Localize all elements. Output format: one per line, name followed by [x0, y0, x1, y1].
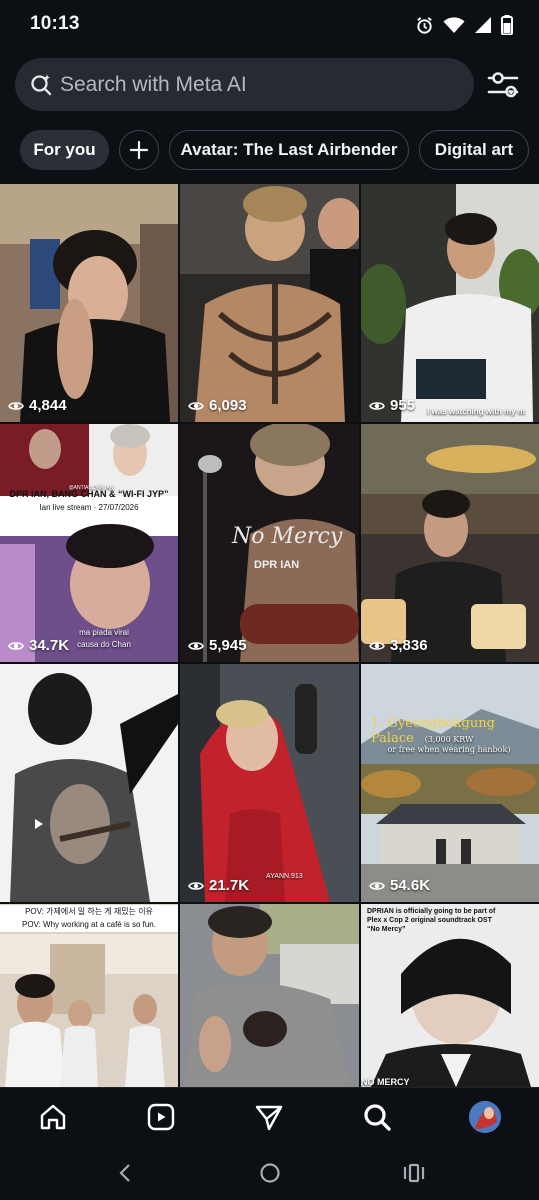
grid-tile[interactable]: DPRIAN is officially going to be part of…: [361, 904, 539, 1087]
tile-thumbnail: [180, 184, 359, 422]
wifi-icon: [443, 17, 465, 33]
view-count-text: 34.7K: [29, 637, 70, 654]
view-count-text: 4,844: [29, 397, 67, 414]
profile-avatar: [469, 1101, 501, 1133]
filter-settings-button[interactable]: [485, 67, 521, 103]
plus-icon: [129, 140, 149, 160]
back-icon: [119, 1164, 130, 1182]
home-circle-icon: [260, 1163, 280, 1183]
status-icons: [415, 15, 513, 35]
view-count: 955: [369, 397, 415, 414]
tile-title: No Mercy: [232, 524, 343, 549]
view-count: 34.7K: [8, 637, 69, 654]
tile-caption-subtitle: Ian live stream · 27/07/2026: [39, 503, 139, 512]
topic-chips: For you Avatar: The Last Airbender Digit…: [0, 130, 539, 172]
view-count-text: 6,093: [209, 397, 247, 414]
search-icon: [364, 1104, 391, 1131]
chip-digital-art[interactable]: Digital art: [419, 130, 529, 170]
search-input[interactable]: [60, 58, 460, 111]
view-count: 54.6K: [369, 877, 430, 894]
grid-tile[interactable]: No Mercy DPR IAN 5,945: [180, 424, 359, 662]
grid-tile[interactable]: 6,093: [180, 184, 359, 422]
tile-thumbnail: [361, 184, 539, 422]
nav-search-button[interactable]: [359, 1100, 395, 1134]
tile-caption-subtitle: POV: Why working at a café is so fun.: [0, 918, 178, 932]
grid-tile[interactable]: 4,844: [0, 184, 178, 422]
system-recents-button[interactable]: [400, 1159, 428, 1187]
view-count-text: 21.7K: [209, 877, 250, 894]
eye-icon: [188, 641, 204, 650]
send-icon: [255, 1105, 283, 1131]
tile-watermark: @ANTIAB.DPR.IAN: [68, 485, 114, 491]
view-count-text: 955: [390, 397, 416, 414]
grid-tile[interactable]: POV: 가제에서 일 하는 게 재밌는 이유 POV: Why working…: [0, 904, 178, 1087]
system-navigation: [0, 1145, 539, 1200]
eye-icon: [369, 401, 385, 410]
tile-thumbnail: [361, 424, 539, 662]
bottom-navigation: [0, 1087, 539, 1145]
cellular-signal-icon: [475, 17, 491, 33]
tile-caption-title: DPRIAN is officially going to be part of…: [367, 908, 496, 933]
tile-watermark: AYANN.913: [266, 873, 303, 880]
grid-tile[interactable]: [180, 904, 359, 1087]
eye-icon: [8, 401, 24, 410]
view-count: 3,836: [369, 637, 428, 654]
meta-ai-search-icon: [31, 74, 52, 96]
view-count-text: 54.6K: [390, 877, 431, 894]
alarm-icon: [417, 16, 432, 34]
tile-thumbnail: [180, 904, 359, 1087]
tile-subtitle-2: or free when wearing hanbok): [387, 745, 511, 754]
chip-for-you[interactable]: For you: [20, 130, 109, 170]
search-bar[interactable]: [15, 58, 474, 111]
recents-icon: [403, 1163, 425, 1183]
grid-tile[interactable]: 1. Gyeongbokgung Palace (3,000 KRW or fr…: [361, 664, 539, 902]
grid-tile[interactable]: i was watching with my m 955: [361, 184, 539, 422]
grid-tile[interactable]: AYANN.913 21.7K: [180, 664, 359, 902]
view-count-text: 3,836: [390, 637, 428, 654]
grid-tile[interactable]: 3,836: [361, 424, 539, 662]
tile-caption: i was watching with my m: [427, 407, 525, 416]
view-count: 21.7K: [188, 877, 249, 894]
tile-subtitle: DPR IAN: [254, 559, 300, 571]
view-count: 6,093: [188, 397, 247, 414]
nav-reels-button[interactable]: [143, 1100, 179, 1134]
eye-icon: [188, 881, 204, 890]
nav-profile-button[interactable]: [467, 1100, 503, 1134]
tile-thumbnail: [0, 184, 178, 422]
system-home-button[interactable]: [256, 1159, 284, 1187]
system-back-button[interactable]: [111, 1159, 139, 1187]
eye-icon: [369, 641, 385, 650]
battery-icon: [501, 15, 513, 35]
home-icon: [40, 1104, 66, 1130]
tile-thumbnail: [0, 664, 178, 902]
tile-footer: NO MERCY: [361, 1077, 410, 1087]
reels-icon: [147, 1103, 175, 1131]
tile-thumbnail: [361, 664, 539, 902]
grid-tile[interactable]: DPR IAN, BANG CHAN & “WI-FI JYP” Ian liv…: [0, 424, 178, 662]
explore-grid: 4,844 6,093 i was watching with my m 955…: [0, 184, 539, 1087]
eye-icon: [369, 881, 385, 890]
eye-icon: [8, 641, 24, 650]
view-count-text: 5,945: [209, 637, 247, 654]
view-count: 4,844: [8, 397, 67, 414]
tile-thumbnail: [180, 664, 359, 902]
nav-home-button[interactable]: [35, 1100, 71, 1134]
status-bar: 10:13: [0, 0, 539, 52]
tile-caption-title: POV: 가제에서 일 하는 게 재밌는 이유: [0, 905, 178, 919]
tile-caption-side: ma piada viral causa do Chan: [77, 628, 131, 649]
nav-messages-button[interactable]: [251, 1100, 287, 1134]
status-time: 10:13: [30, 13, 80, 34]
add-topic-button[interactable]: [119, 130, 159, 170]
view-count: 5,945: [188, 637, 247, 654]
eye-icon: [188, 401, 204, 410]
grid-tile[interactable]: [0, 664, 178, 902]
chip-avatar-the-last-airbender[interactable]: Avatar: The Last Airbender: [169, 130, 409, 170]
